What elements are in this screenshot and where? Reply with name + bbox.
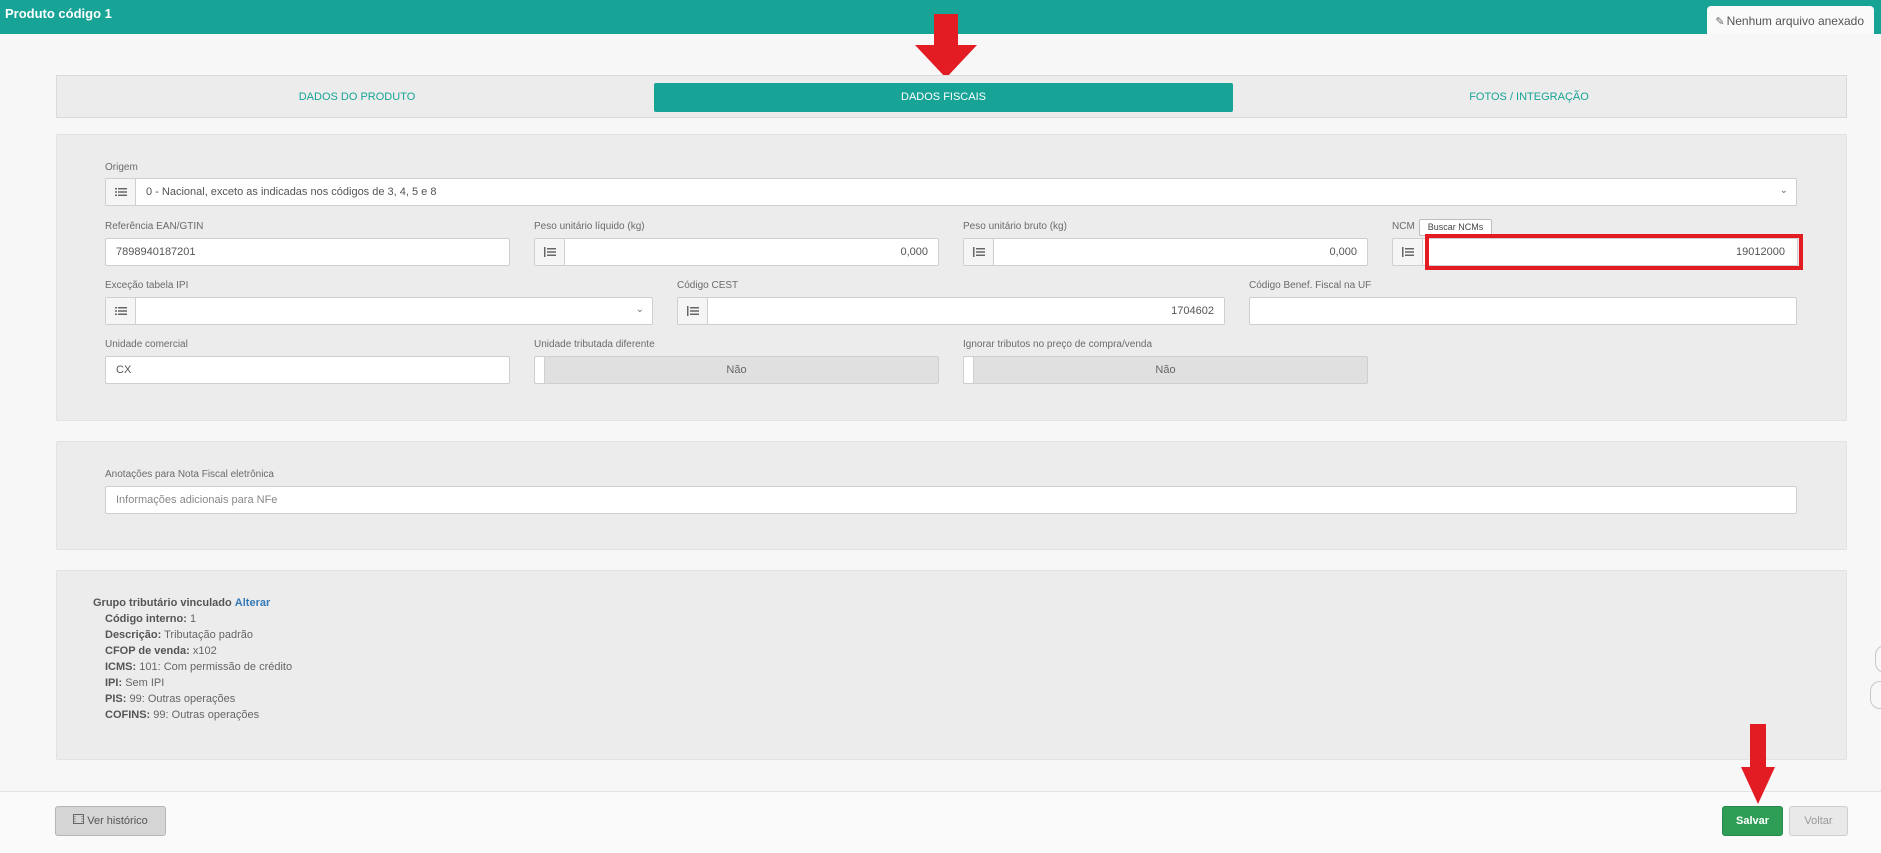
grupo-title: Grupo tributário vinculado xyxy=(93,597,232,609)
origem-label: Origem xyxy=(105,162,138,173)
list-ordered-icon xyxy=(678,298,708,324)
ean-value: 7898940187201 xyxy=(116,246,196,258)
excecao-ipi-select[interactable]: ⌄ xyxy=(105,297,653,325)
excecao-ipi-label: Exceção tabela IPI xyxy=(105,280,189,291)
tab-dados-fiscais[interactable]: DADOS FISCAIS xyxy=(654,83,1233,112)
unidade-comercial-label: Unidade comercial xyxy=(105,339,188,350)
film-icon xyxy=(73,807,85,835)
nfe-placeholder: Informações adicionais para NFe xyxy=(116,494,278,506)
ignorar-tributos-toggle[interactable]: Não xyxy=(963,356,1368,384)
annotation-highlight-box xyxy=(1425,234,1803,270)
ver-historico-label: Ver histórico xyxy=(87,815,148,827)
unidade-comercial-input[interactable]: CX xyxy=(105,356,510,384)
side-scroll-button[interactable] xyxy=(1870,681,1881,709)
page-title: Produto código 1 xyxy=(5,6,112,21)
peso-liquido-value: 0,000 xyxy=(900,246,928,258)
unidade-tributada-value: Não xyxy=(726,364,747,376)
list-ordered-icon xyxy=(1393,239,1423,265)
benef-fiscal-input[interactable] xyxy=(1249,297,1797,325)
list-icon xyxy=(106,179,136,205)
list-item: COFINS: 99: Outras operações xyxy=(105,709,260,721)
grupo-tributario-panel xyxy=(56,570,1847,760)
origem-select[interactable]: 0 - Nacional, exceto as indicadas nos có… xyxy=(105,178,1797,206)
peso-liquido-label: Peso unitário líquido (kg) xyxy=(534,221,645,232)
list-item: ICMS: 101: Com permissão de crédito xyxy=(105,661,293,673)
ncm-label: NCM xyxy=(1392,221,1415,232)
nfe-input[interactable]: Informações adicionais para NFe xyxy=(105,486,1797,514)
cest-label: Código CEST xyxy=(677,280,739,291)
cest-input[interactable]: 1704602 xyxy=(677,297,1225,325)
unidade-tributada-toggle[interactable]: Não xyxy=(534,356,939,384)
footer-bar: Ver histórico Salvar Voltar xyxy=(0,791,1881,853)
paperclip-icon: ✎ xyxy=(1715,16,1725,28)
side-scroll-button[interactable] xyxy=(1875,645,1881,673)
chevron-down-icon: ⌄ xyxy=(635,304,644,315)
tab-bar: DADOS DO PRODUTO DADOS FISCAIS FOTOS / I… xyxy=(56,75,1847,118)
tab-dados-produto[interactable]: DADOS DO PRODUTO xyxy=(65,83,649,112)
tab-fotos-integracao[interactable]: FOTOS / INTEGRAÇÃO xyxy=(1237,83,1821,112)
ean-label: Referência EAN/GTIN xyxy=(105,221,204,232)
origem-value: 0 - Nacional, exceto as indicadas nos có… xyxy=(146,186,437,198)
list-ordered-icon xyxy=(964,239,994,265)
list-item: Descrição: Tributação padrão xyxy=(105,629,253,641)
list-item: PIS: 99: Outras operações xyxy=(105,693,236,705)
peso-bruto-input[interactable]: 0,000 xyxy=(963,238,1368,266)
attachment-label: Nenhum arquivo anexado xyxy=(1726,14,1864,28)
grupo-tributario-info: Grupo tributário vinculado Alterar Códig… xyxy=(93,595,292,723)
ignorar-tributos-value: Não xyxy=(1155,364,1176,376)
alterar-link[interactable]: Alterar xyxy=(235,597,270,609)
salvar-button[interactable]: Salvar xyxy=(1722,806,1783,836)
peso-bruto-value: 0,000 xyxy=(1329,246,1357,258)
list-item: CFOP de venda: x102 xyxy=(105,645,217,657)
unidade-comercial-value: CX xyxy=(116,364,132,376)
ean-input[interactable]: 7898940187201 xyxy=(105,238,510,266)
peso-bruto-label: Peso unitário bruto (kg) xyxy=(963,221,1067,232)
ignorar-tributos-label: Ignorar tributos no preço de compra/vend… xyxy=(963,339,1152,350)
attachment-tab[interactable]: ✎ Nenhum arquivo anexado xyxy=(1707,6,1874,34)
chevron-down-icon: ⌄ xyxy=(1779,185,1788,196)
voltar-button[interactable]: Voltar xyxy=(1789,806,1848,836)
list-icon xyxy=(106,298,136,324)
unidade-tributada-label: Unidade tributada diferente xyxy=(534,339,655,350)
list-item: IPI: Sem IPI xyxy=(105,677,165,689)
peso-liquido-input[interactable]: 0,000 xyxy=(534,238,939,266)
annotation-arrow-down-icon xyxy=(1741,724,1775,804)
list-item: Código interno: 1 xyxy=(105,613,197,625)
nfe-label: Anotações para Nota Fiscal eletrônica xyxy=(105,469,274,480)
ver-historico-button[interactable]: Ver histórico xyxy=(55,806,166,836)
cest-value: 1704602 xyxy=(1171,305,1214,317)
list-ordered-icon xyxy=(535,239,565,265)
benef-fiscal-label: Código Benef. Fiscal na UF xyxy=(1249,280,1372,291)
annotation-arrow-down-icon xyxy=(915,14,977,78)
